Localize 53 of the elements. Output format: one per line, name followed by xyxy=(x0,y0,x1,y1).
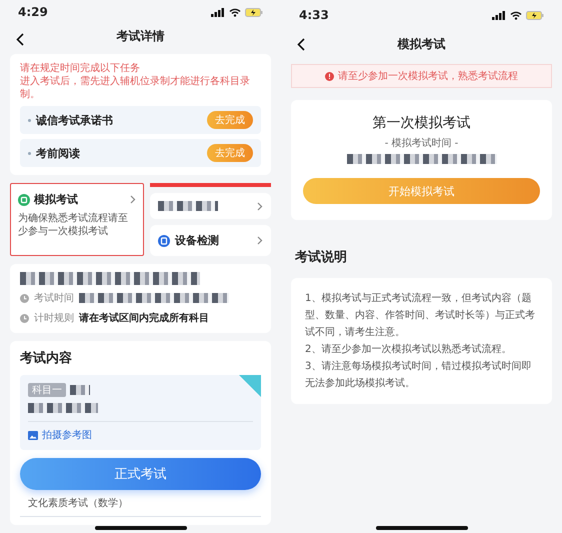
task-label: 诚信考试承诺书 xyxy=(36,112,113,128)
battery-icon xyxy=(526,10,544,20)
start-mock-exam-button[interactable]: 开始模拟考试 xyxy=(303,178,540,204)
page-title: 考试详情 xyxy=(116,28,164,45)
mock-exam-card[interactable]: 模拟考试 为确保熟悉考试流程请至少参与一次模拟考试 xyxy=(10,183,144,256)
exam-time-label: - 模拟考试时间 - xyxy=(384,136,458,150)
task-label: 考前阅读 xyxy=(36,146,80,160)
status-time: 4:29 xyxy=(18,5,48,20)
clock-icon xyxy=(20,314,29,322)
formal-exam-button[interactable]: 正式考试 xyxy=(20,458,261,490)
device-icon xyxy=(158,234,170,246)
image-icon xyxy=(28,430,38,440)
exam-title: 第一次模拟考试 xyxy=(372,114,470,132)
chevron-icon xyxy=(130,195,136,204)
photo-reference-link[interactable]: 拍摄参考图 xyxy=(42,428,92,442)
page-title: 模拟考试 xyxy=(398,36,446,52)
info-value: 请在考试区间内完成所有科目 xyxy=(79,311,209,325)
alert-icon xyxy=(325,72,334,80)
complete-button[interactable]: 去完成 xyxy=(207,144,253,162)
chevron-icon xyxy=(257,236,263,245)
clock-icon xyxy=(20,294,29,302)
blurred-card[interactable] xyxy=(150,193,271,219)
description-item: 2、请至少参加一次模拟考试以熟悉考试流程。 xyxy=(305,342,512,357)
redacted-block xyxy=(158,201,218,211)
mock-exam-description: 为确保熟悉考试流程请至少参与一次模拟考试 xyxy=(18,212,129,238)
corner-ribbon-icon xyxy=(239,375,261,397)
back-icon[interactable] xyxy=(297,38,305,51)
signal-icon xyxy=(492,10,506,20)
redacted-block xyxy=(28,403,98,413)
back-icon[interactable] xyxy=(16,32,24,46)
signal-icon xyxy=(211,8,225,17)
mock-exam-icon xyxy=(18,194,30,206)
complete-button[interactable]: 去完成 xyxy=(207,111,253,129)
device-check-title: 设备检测 xyxy=(175,233,220,248)
subject-name: 文化素质考试（数学） xyxy=(20,490,261,517)
subject-tag: 科目一 xyxy=(28,383,66,397)
notice-text: 请至少参加一次模拟考试，熟悉考试流程 xyxy=(338,70,518,83)
info-label: 计时规则 xyxy=(34,312,74,325)
chevron-icon xyxy=(257,202,263,210)
info-label: 考试时间 xyxy=(34,292,74,305)
wifi-icon xyxy=(229,8,241,17)
section-title: 考试内容 xyxy=(20,350,73,367)
description-item: 1、模拟考试与正式考试流程一致，但考试内容（题型、数量、内容、作答时间、考试时长等）与正式考试不同，请考生注意。 xyxy=(305,292,536,340)
section-title: 考试说明 xyxy=(295,249,348,266)
task-notice: 进入考试后，需先进入辅机位录制才能进行各科目录制。 xyxy=(20,75,251,101)
device-check-card[interactable]: 设备检测 xyxy=(150,225,271,256)
description-item: 3、请注意每场模拟考试时间，错过模拟考试时间即无法参加此场模拟考试。 xyxy=(305,360,532,391)
status-time: 4:33 xyxy=(299,8,329,22)
redacted-block xyxy=(70,385,90,395)
wifi-icon xyxy=(510,10,522,20)
battery-icon xyxy=(245,8,263,17)
task-notice: 请在规定时间完成以下任务 xyxy=(20,62,141,75)
mock-exam-title: 模拟考试 xyxy=(34,192,79,207)
